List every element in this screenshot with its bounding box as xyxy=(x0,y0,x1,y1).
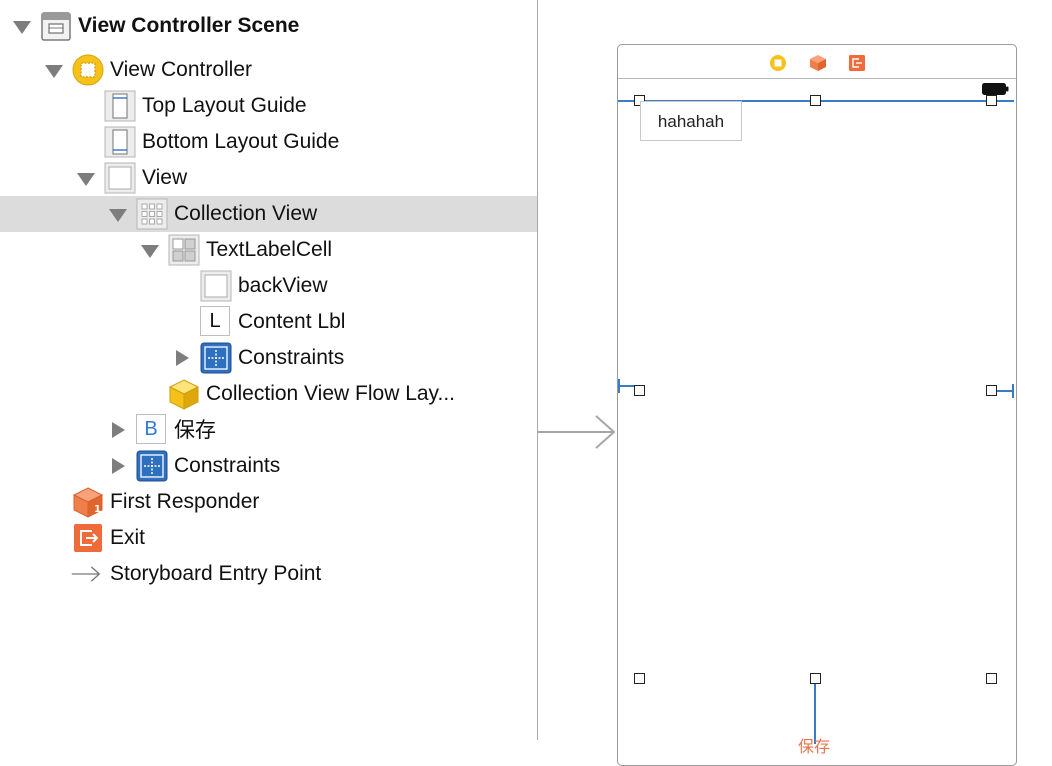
disclosure-triangle-icon[interactable] xyxy=(13,21,31,34)
document-outline: View Controller Scene View Controller To… xyxy=(0,0,537,740)
outline-item-label: Bottom Layout Guide xyxy=(142,130,340,153)
outline-item-view-controller[interactable]: View Controller xyxy=(0,52,537,88)
outline-item-label: Collection View xyxy=(174,202,318,225)
outline-item-first-responder[interactable]: 1 First Responder xyxy=(0,484,537,520)
battery-icon xyxy=(982,83,1009,95)
outline-item-label: Collection View Flow Lay... xyxy=(206,382,455,405)
collection-cell-icon xyxy=(168,234,200,266)
resize-handle-top-right[interactable] xyxy=(986,95,997,106)
constraints-icon xyxy=(200,342,232,374)
outline-item-label: View Controller Scene xyxy=(78,14,300,37)
scene-icon xyxy=(41,12,71,41)
outline-item-text-label-cell[interactable]: TextLabelCell xyxy=(0,232,537,268)
disclosure-triangle-icon[interactable] xyxy=(112,422,125,438)
leading-constraint-cap xyxy=(618,379,620,393)
constraints-icon xyxy=(136,450,168,482)
collection-view-icon xyxy=(136,198,168,230)
exit-dock-icon[interactable] xyxy=(848,54,866,72)
disclosure-triangle-icon[interactable] xyxy=(141,245,159,258)
outline-item-view[interactable]: View xyxy=(0,160,537,196)
outline-item-label: TextLabelCell xyxy=(206,238,333,261)
scene-dock-separator xyxy=(618,78,1016,79)
outline-item-label: Constraints xyxy=(238,346,345,369)
disclosure-triangle-icon[interactable] xyxy=(77,173,95,186)
resize-handle-top-center[interactable] xyxy=(810,95,821,106)
resize-handle-middle-left[interactable] xyxy=(634,385,645,396)
trailing-constraint-cap xyxy=(1012,384,1014,398)
top-layout-guide-icon xyxy=(104,90,136,122)
disclosure-triangle-icon[interactable] xyxy=(109,209,127,222)
outline-item-storyboard-entry-point[interactable]: Storyboard Entry Point xyxy=(0,556,537,592)
outline-item-collection-view[interactable]: Collection View xyxy=(0,196,537,232)
outline-item-label: backView xyxy=(238,274,328,297)
outline-item-label: Exit xyxy=(110,526,146,549)
resize-handle-bottom-center[interactable] xyxy=(810,673,821,684)
disclosure-triangle-icon[interactable] xyxy=(176,350,189,366)
outline-item-label: View xyxy=(142,166,188,189)
outline-item-label: Top Layout Guide xyxy=(142,94,307,117)
bottom-layout-guide-icon xyxy=(104,126,136,158)
outline-item-backview[interactable]: backView xyxy=(0,268,537,304)
view-controller-frame[interactable]: hahahah 保存 xyxy=(617,44,1017,766)
outline-item-label: Constraints xyxy=(174,454,281,477)
outline-item-bottom-layout-guide[interactable]: Bottom Layout Guide xyxy=(0,124,537,160)
outline-item-label: 保存 xyxy=(174,418,216,442)
view-icon xyxy=(200,270,232,302)
disclosure-triangle-icon[interactable] xyxy=(112,458,125,474)
button-icon: B xyxy=(136,414,166,444)
text-label-cell[interactable]: hahahah xyxy=(640,101,742,141)
flow-layout-cube-icon xyxy=(168,379,200,410)
outline-item-top-layout-guide[interactable]: Top Layout Guide xyxy=(0,88,537,124)
outline-item-label: First Responder xyxy=(110,490,260,513)
outline-item-exit[interactable]: Exit xyxy=(0,520,537,556)
outline-item-view-constraints[interactable]: Constraints xyxy=(0,448,537,484)
outline-item-content-lbl[interactable]: L Content Lbl xyxy=(0,304,537,340)
outline-item-cell-constraints[interactable]: Constraints xyxy=(0,340,537,376)
resize-handle-bottom-left[interactable] xyxy=(634,673,645,684)
resize-handle-bottom-right[interactable] xyxy=(986,673,997,684)
outline-item-label: View Controller xyxy=(110,58,253,81)
outline-item-label: Content Lbl xyxy=(238,310,346,333)
disclosure-triangle-icon[interactable] xyxy=(45,65,63,78)
save-button-canvas-label[interactable]: 保存 xyxy=(798,733,830,757)
outline-item-label: Storyboard Entry Point xyxy=(110,562,322,585)
entry-point-arrow-icon[interactable] xyxy=(538,412,618,452)
first-responder-icon: 1 xyxy=(72,487,104,518)
storyboard-canvas[interactable]: hahahah 保存 xyxy=(538,0,1052,766)
svg-text:1: 1 xyxy=(94,504,101,515)
view-controller-icon xyxy=(72,54,104,86)
outline-item-flow-layout[interactable]: Collection View Flow Lay... xyxy=(0,376,537,412)
exit-icon xyxy=(74,524,102,552)
leading-constraint-line[interactable] xyxy=(618,385,635,387)
outline-item-save-button[interactable]: B 保存 xyxy=(0,412,537,448)
label-icon: L xyxy=(200,306,230,336)
view-icon xyxy=(104,162,136,194)
content-lbl[interactable]: hahahah xyxy=(641,112,741,132)
first-responder-dock-icon[interactable] xyxy=(809,54,827,72)
outline-item-view-controller-scene[interactable]: View Controller Scene xyxy=(0,8,537,44)
entry-arrow-icon xyxy=(71,566,101,582)
view-controller-dock-icon[interactable] xyxy=(769,54,787,72)
resize-handle-middle-right[interactable] xyxy=(986,385,997,396)
